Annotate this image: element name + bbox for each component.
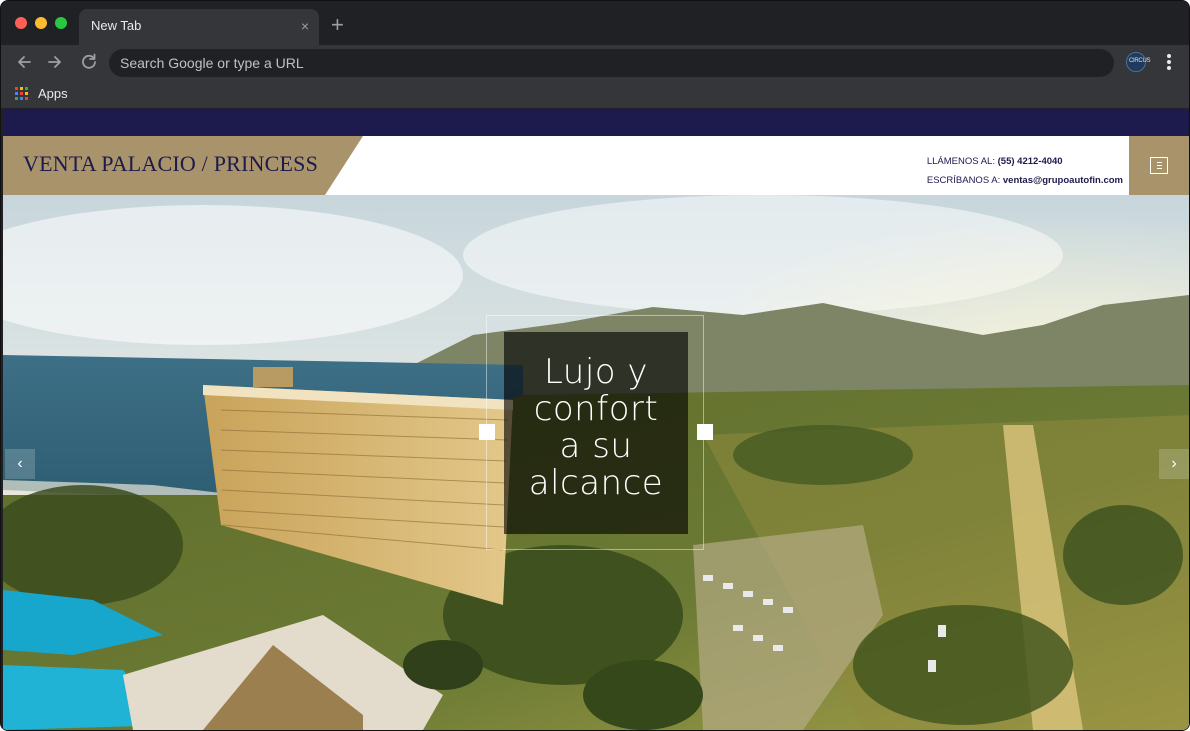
forward-button[interactable]	[44, 51, 66, 73]
brand-title[interactable]: VENTA PALACIO / PRINCESS	[23, 151, 318, 177]
phone-line: LLÁMENOS AL: (55) 4212-4040	[927, 152, 1123, 171]
page-viewport: VENTA PALACIO / PRINCESS LLÁMENOS AL: (5…	[3, 110, 1189, 730]
caption-line: a su	[559, 426, 633, 466]
browser-window: New Tab × + CIRCUS	[0, 0, 1190, 731]
write-label: ESCRÍBANOS A:	[926, 175, 1001, 186]
site-top-bar	[3, 110, 1189, 136]
forward-arrow-icon	[48, 56, 61, 68]
tab-new-tab[interactable]: New Tab ×	[79, 9, 319, 45]
caption-corner-square	[479, 424, 495, 440]
browser-menu-icon[interactable]	[1161, 52, 1177, 72]
apps-grid-icon	[15, 87, 29, 101]
call-label: LLÁMENOS AL:	[926, 156, 995, 167]
reload-icon	[82, 53, 96, 69]
phone-number[interactable]: (55) 4212-4040	[998, 156, 1063, 167]
slider-next-button[interactable]: ›	[1159, 449, 1189, 479]
reload-button[interactable]	[78, 51, 100, 73]
site-menu-button[interactable]	[1129, 136, 1189, 195]
email-line: ESCRÍBANOS A: ventas@grupoautofin.com	[927, 171, 1123, 190]
back-arrow-icon	[18, 56, 31, 68]
bookmarks-bar: Apps	[1, 79, 1189, 109]
hero-slider: Lujo y confort a su alcance ‹ ›	[3, 195, 1189, 730]
caption-corner-square	[697, 424, 713, 440]
contact-info: LLÁMENOS AL: (55) 4212-4040 ESCRÍBANOS A…	[927, 152, 1123, 190]
hero-caption-box: Lujo y confort a su alcance	[504, 332, 688, 534]
slider-prev-button[interactable]: ‹	[5, 449, 35, 479]
caption-line: alcance	[528, 463, 664, 503]
address-input[interactable]	[120, 49, 1100, 77]
back-button[interactable]	[13, 51, 35, 73]
apps-label: Apps	[38, 86, 68, 101]
minimize-window-button[interactable]	[35, 17, 47, 29]
extension-label: CIRCUS	[1129, 58, 1151, 64]
extension-icon[interactable]: CIRCUS	[1126, 52, 1151, 72]
hamburger-icon	[1150, 157, 1168, 174]
new-tab-button[interactable]: +	[331, 13, 344, 37]
site-header: VENTA PALACIO / PRINCESS LLÁMENOS AL: (5…	[3, 136, 1189, 195]
browser-toolbar: CIRCUS	[1, 45, 1189, 79]
maximize-window-button[interactable]	[55, 17, 67, 29]
close-window-button[interactable]	[15, 17, 27, 29]
tab-strip: New Tab × +	[1, 1, 1189, 45]
hero-caption: Lujo y confort a su alcance	[504, 354, 688, 502]
tab-title: New Tab	[91, 18, 142, 33]
caption-line: confort	[533, 389, 659, 429]
address-bar[interactable]	[109, 49, 1114, 77]
tab-close-icon[interactable]: ×	[301, 17, 309, 35]
email-link[interactable]: ventas@grupoautofin.com	[1003, 175, 1123, 186]
caption-line: Lujo y	[543, 352, 649, 392]
